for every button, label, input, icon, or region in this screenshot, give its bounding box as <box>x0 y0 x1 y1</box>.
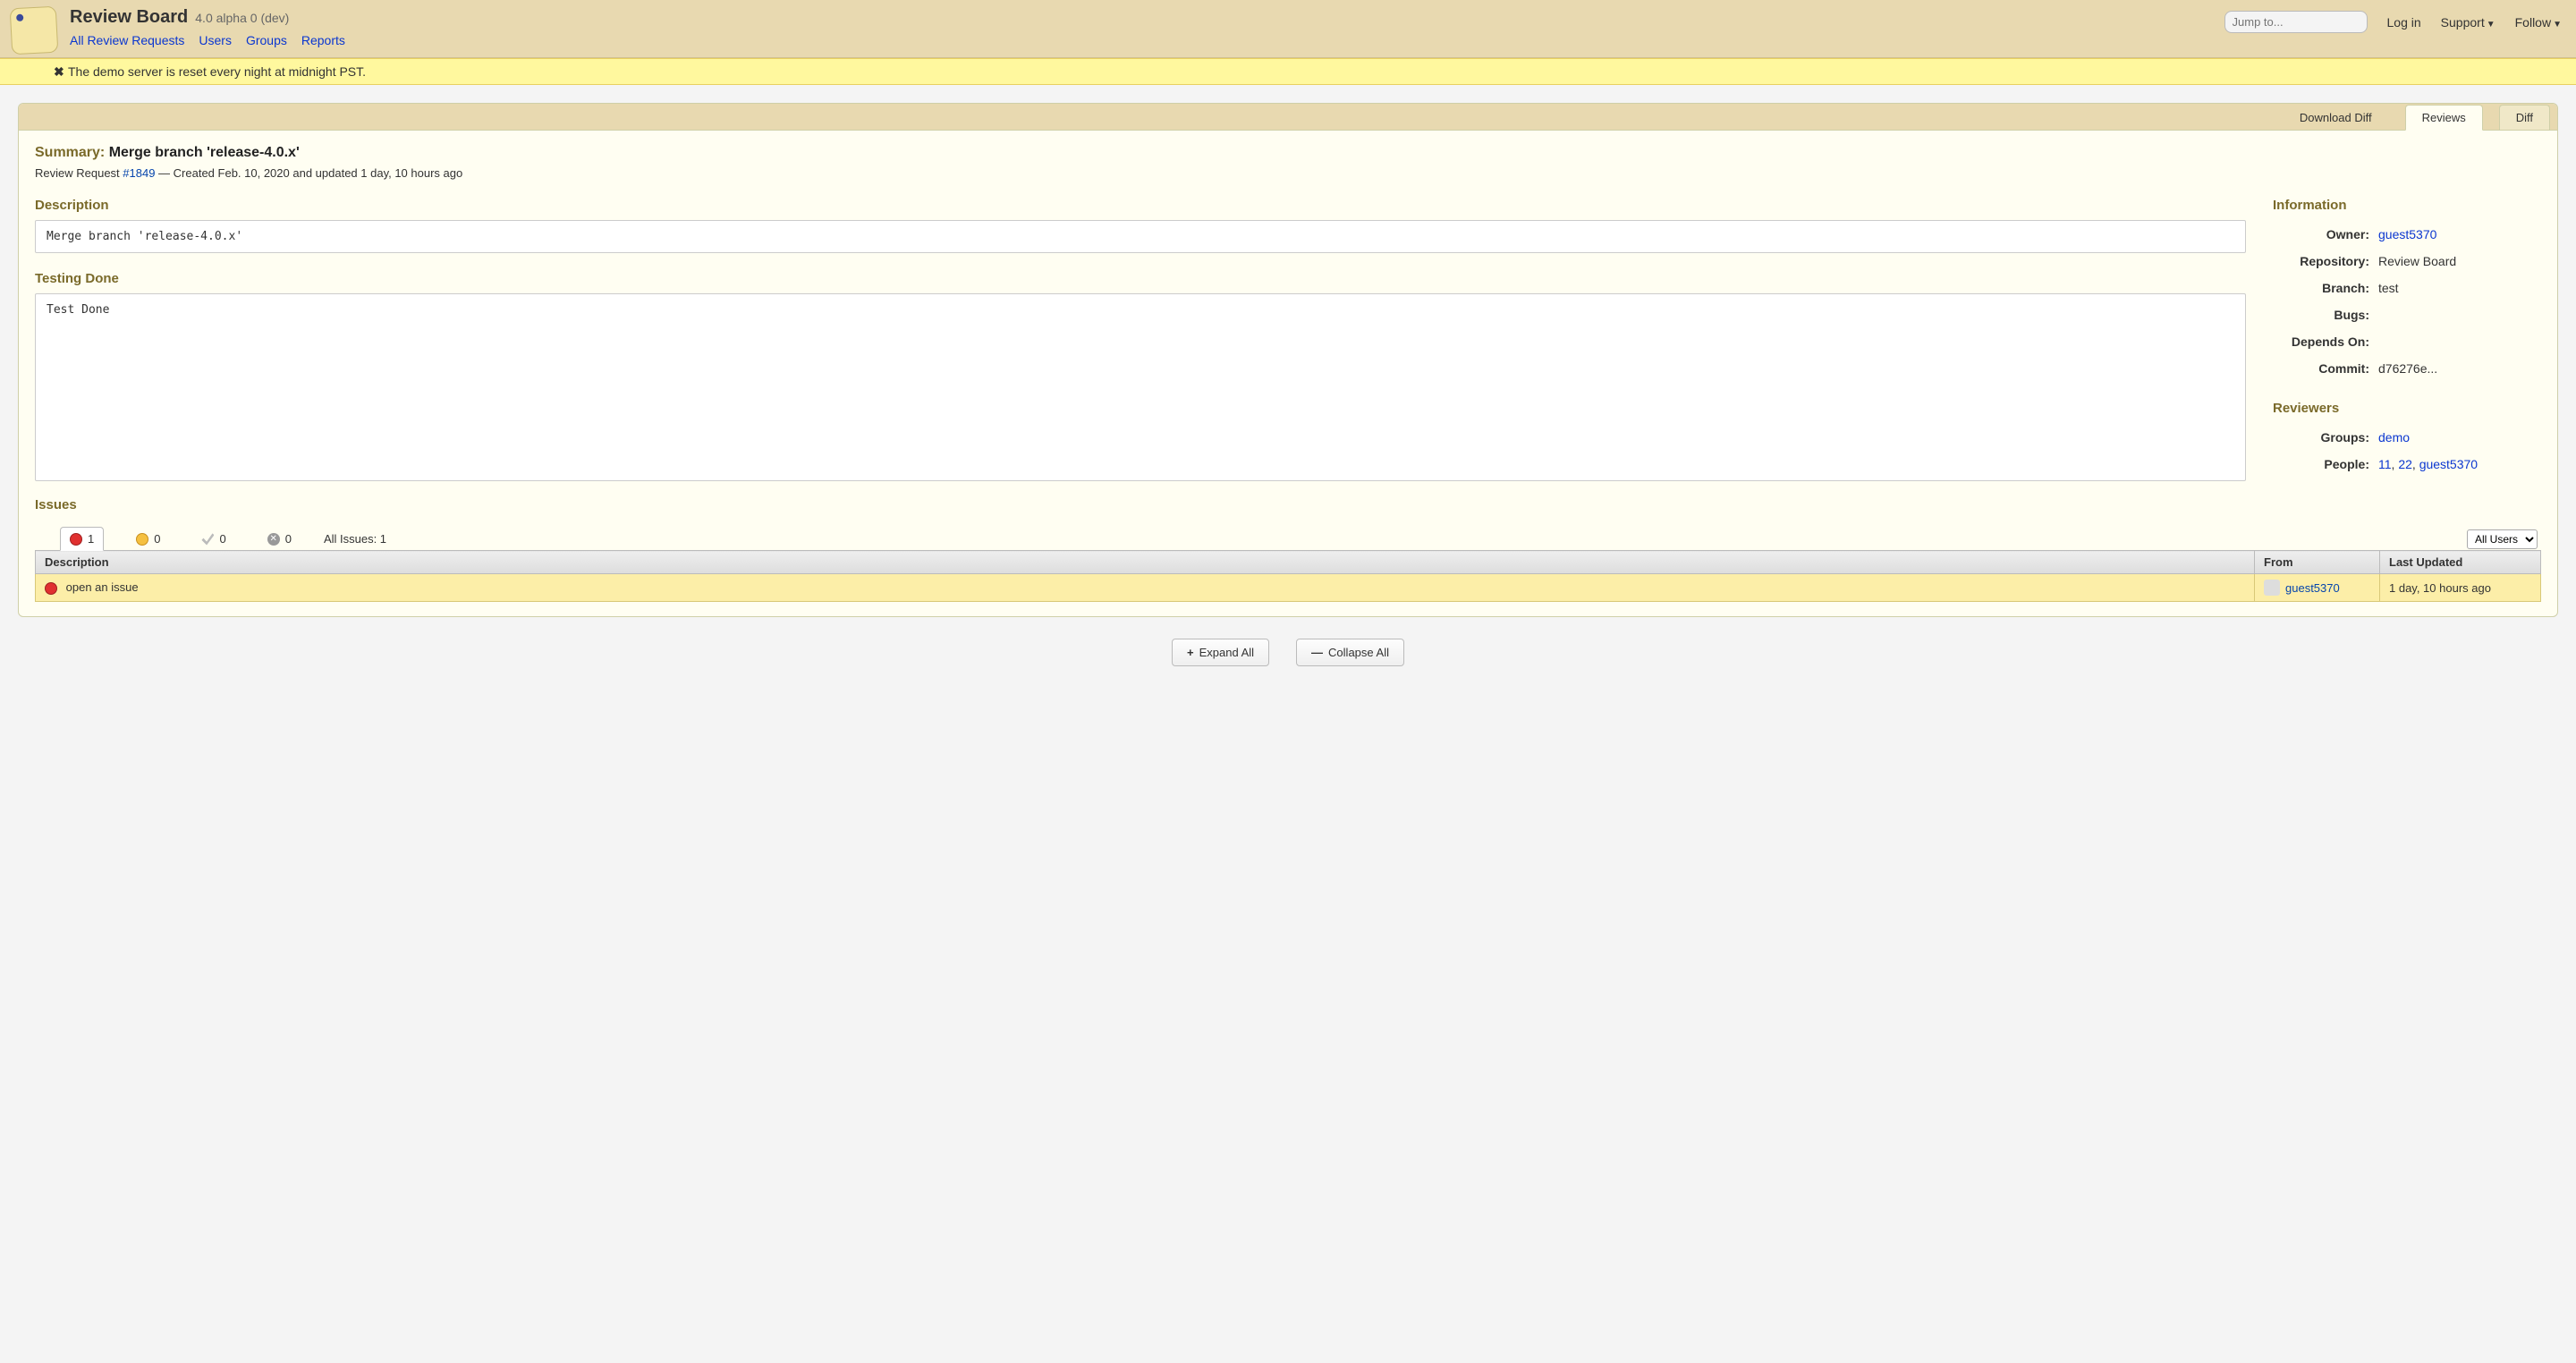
minus-icon: — <box>1311 646 1323 659</box>
col-updated[interactable]: Last Updated <box>2380 551 2541 574</box>
issues-resolved-tab[interactable]: 0 <box>192 528 234 550</box>
main-nav: All Review Requests Users Groups Reports <box>70 33 2224 47</box>
groups-label: Groups: <box>2275 425 2373 450</box>
col-description[interactable]: Description <box>36 551 2255 574</box>
nav-users[interactable]: Users <box>199 33 232 47</box>
login-link[interactable]: Log in <box>2387 15 2421 30</box>
open-issue-icon <box>45 582 57 595</box>
follow-menu[interactable]: Follow▼ <box>2515 15 2562 30</box>
owner-link[interactable]: guest5370 <box>2378 227 2436 241</box>
bugs-value <box>2375 302 2539 327</box>
issues-pending-tab[interactable]: 0 <box>127 528 169 550</box>
info-table: Owner:guest5370 Repository:Review Board … <box>2273 220 2541 383</box>
tab-diff[interactable]: Diff <box>2499 105 2550 130</box>
meta-line: Review Request #1849 — Created Feb. 10, … <box>35 166 2541 180</box>
person-link[interactable]: guest5370 <box>2419 457 2478 471</box>
x-circle-icon: ✕ <box>267 533 280 546</box>
summary-label: Summary: <box>35 145 105 160</box>
issues-open-tab[interactable]: 1 <box>60 527 104 551</box>
issues-table: Description From Last Updated open an is… <box>35 550 2541 602</box>
reviewers-title: Reviewers <box>2273 401 2541 416</box>
plus-icon: + <box>1187 646 1194 659</box>
brand-title: Review Board <box>70 7 188 28</box>
depends-value <box>2375 329 2539 354</box>
depends-label: Depends On: <box>2275 329 2373 354</box>
brand-version: 4.0 alpha 0 (dev) <box>195 11 289 25</box>
avatar <box>2264 580 2280 596</box>
alert-banner: ✖ The demo server is reset every night a… <box>0 58 2576 85</box>
expand-all-button[interactable]: + Expand All <box>1172 639 1269 666</box>
issue-updated: 1 day, 10 hours ago <box>2380 574 2541 602</box>
description-field[interactable]: Merge branch 'release-4.0.x' <box>35 220 2246 253</box>
check-icon <box>201 533 214 546</box>
branch-label: Branch: <box>2275 275 2373 301</box>
app-header: Review Board 4.0 alpha 0 (dev) All Revie… <box>0 0 2576 58</box>
description-title: Description <box>35 198 2246 213</box>
testing-title: Testing Done <box>35 271 2246 286</box>
issue-description: open an issue <box>66 580 139 594</box>
person-link[interactable]: 22 <box>2398 457 2412 471</box>
all-issues-label: All Issues: 1 <box>324 532 386 546</box>
header-right: Log in Support▼ Follow▼ <box>2224 7 2562 33</box>
reviewers-table: Groups:demo People: 11, 22, guest5370 <box>2273 423 2541 478</box>
alert-message: The demo server is reset every night at … <box>68 64 366 79</box>
nav-all-requests[interactable]: All Review Requests <box>70 33 184 47</box>
support-menu[interactable]: Support▼ <box>2441 15 2496 30</box>
expand-collapse-row: + Expand All — Collapse All <box>18 617 2558 688</box>
repository-label: Repository: <box>2275 249 2373 274</box>
review-request-box: Download Diff Reviews Diff Summary: Merg… <box>18 103 2558 617</box>
owner-label: Owner: <box>2275 222 2373 247</box>
commit-label: Commit: <box>2275 356 2373 381</box>
tab-reviews[interactable]: Reviews <box>2405 105 2483 131</box>
col-from[interactable]: From <box>2255 551 2380 574</box>
user-filter-select[interactable]: All Users <box>2467 529 2538 549</box>
commit-value: d76276e... <box>2375 356 2539 381</box>
info-title: Information <box>2273 198 2541 213</box>
app-logo <box>10 6 59 55</box>
issue-from-link[interactable]: guest5370 <box>2285 581 2340 595</box>
collapse-all-button[interactable]: — Collapse All <box>1296 639 1404 666</box>
close-icon[interactable]: ✖ <box>54 64 64 80</box>
search-input[interactable] <box>2224 11 2368 33</box>
pending-issue-icon <box>136 533 148 546</box>
request-id-link[interactable]: #1849 <box>123 166 155 180</box>
chevron-down-icon: ▼ <box>2487 20 2496 30</box>
summary-value: Merge branch 'release-4.0.x' <box>109 145 300 160</box>
repository-value: Review Board <box>2375 249 2539 274</box>
branch-value: test <box>2375 275 2539 301</box>
open-issue-icon <box>70 533 82 546</box>
nav-groups[interactable]: Groups <box>246 33 287 47</box>
group-link[interactable]: demo <box>2378 430 2410 444</box>
chevron-down-icon: ▼ <box>2553 20 2562 30</box>
header-main: Review Board 4.0 alpha 0 (dev) All Revie… <box>70 7 2224 47</box>
issues-dropped-tab[interactable]: ✕ 0 <box>258 528 301 550</box>
person-link[interactable]: 11 <box>2378 457 2392 471</box>
testing-field[interactable]: Test Done <box>35 293 2246 481</box>
summary-line: Summary: Merge branch 'release-4.0.x' <box>35 145 2541 161</box>
nav-reports[interactable]: Reports <box>301 33 345 47</box>
tab-download-diff[interactable]: Download Diff <box>2283 105 2389 130</box>
issue-filter-tabs: 1 0 0 ✕ 0 A <box>60 527 386 551</box>
bugs-label: Bugs: <box>2275 302 2373 327</box>
tab-bar: Download Diff Reviews Diff <box>19 104 2557 131</box>
table-row[interactable]: open an issue guest5370 1 day, 10 hours … <box>36 574 2541 602</box>
issues-title: Issues <box>35 497 2541 512</box>
people-label: People: <box>2275 452 2373 477</box>
